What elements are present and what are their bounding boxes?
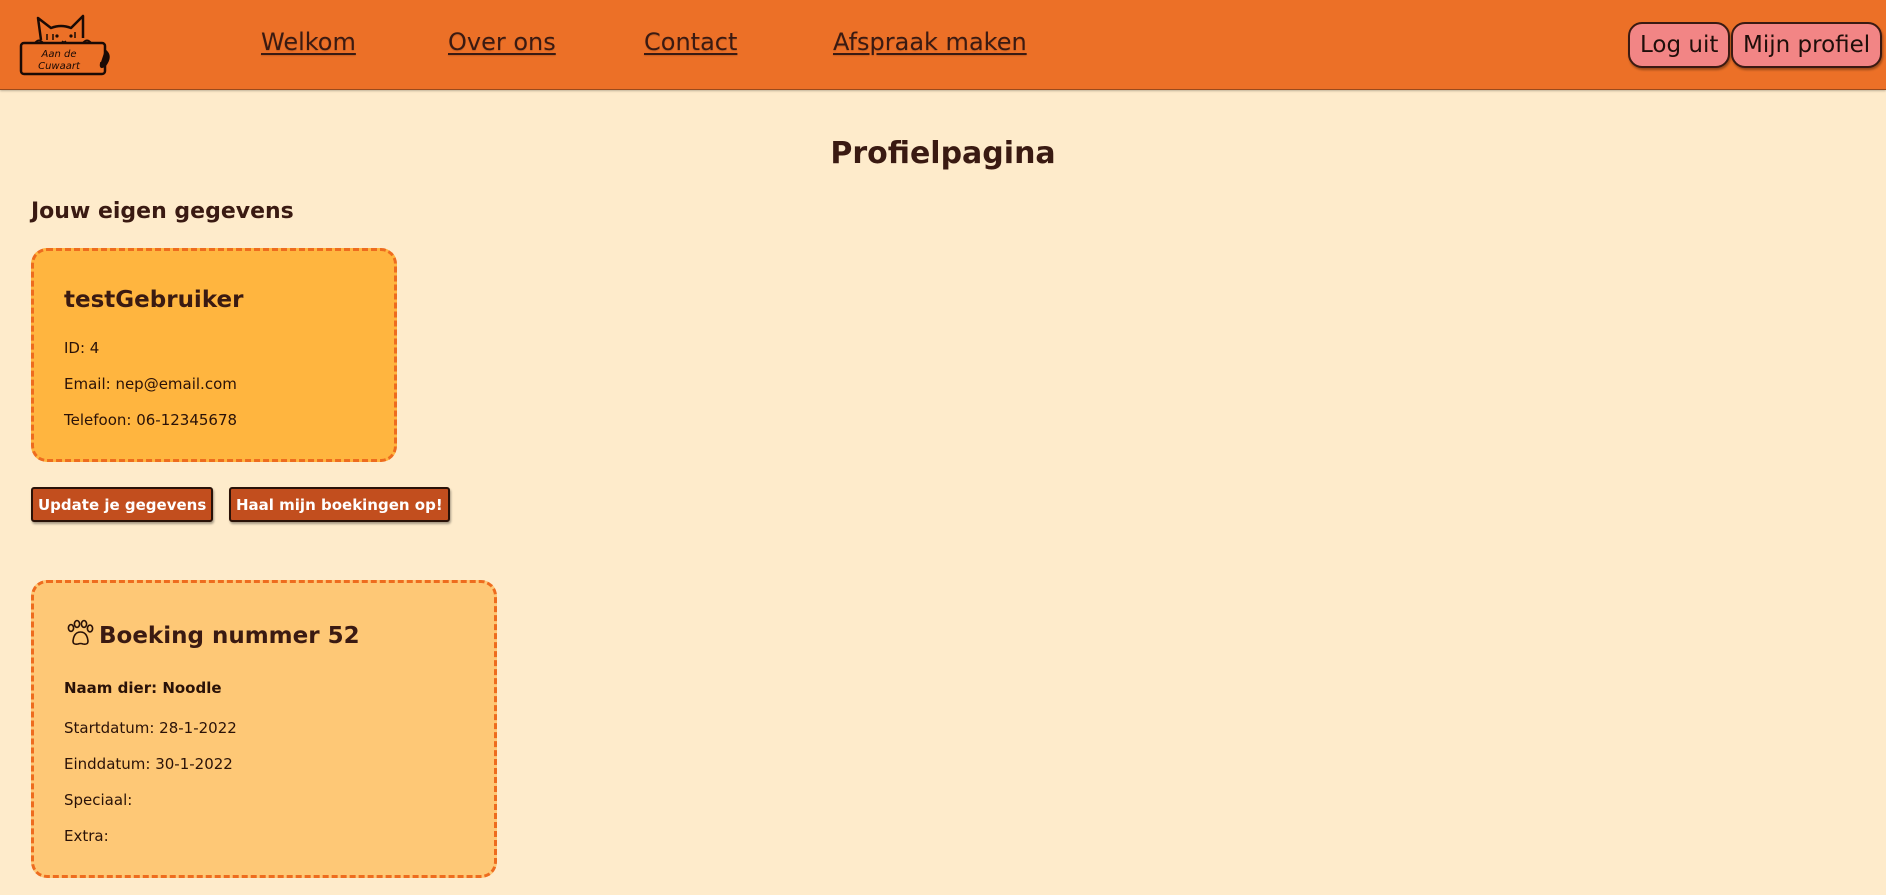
user-email: Email: nep@email.com	[64, 375, 237, 393]
booking-special: Speciaal:	[64, 791, 133, 809]
fetch-bookings-button[interactable]: Haal mijn boekingen op!	[229, 487, 450, 522]
section-title: Jouw eigen gegevens	[31, 199, 294, 224]
cat-logo-icon[interactable]: Aan de Cuwaart	[17, 12, 113, 76]
booking-extra: Extra:	[64, 827, 109, 845]
nav-link-over-ons[interactable]: Over ons	[448, 28, 556, 56]
user-details-card: testGebruiker ID: 4 Email: nep@email.com…	[31, 248, 397, 462]
page-title: Profielpagina	[830, 136, 1056, 171]
booking-start-date: Startdatum: 28-1-2022	[64, 719, 237, 737]
paw-icon	[64, 619, 94, 649]
my-profile-button[interactable]: Mijn profiel	[1731, 22, 1883, 68]
booking-card: Boeking nummer 52 Naam dier: Noodle Star…	[31, 580, 497, 878]
booking-pet-name: Naam dier: Noodle	[64, 679, 222, 697]
user-name: testGebruiker	[64, 287, 244, 313]
logo-text-line1: Aan de	[41, 49, 77, 60]
nav-link-contact[interactable]: Contact	[644, 28, 737, 56]
logo-text-line2: Cuwaart	[38, 61, 81, 72]
user-id: ID: 4	[64, 339, 100, 357]
booking-end-date: Einddatum: 30-1-2022	[64, 755, 233, 773]
nav-link-welkom[interactable]: Welkom	[261, 28, 356, 56]
user-phone: Telefoon: 06-12345678	[64, 411, 238, 429]
logout-button[interactable]: Log uit	[1628, 22, 1731, 68]
booking-title: Boeking nummer 52	[99, 623, 360, 649]
nav-link-afspraak-maken[interactable]: Afspraak maken	[833, 28, 1027, 56]
navbar: Aan de Cuwaart Welkom Over ons Contact A…	[0, 0, 1886, 90]
update-details-button[interactable]: Update je gegevens	[31, 487, 214, 522]
